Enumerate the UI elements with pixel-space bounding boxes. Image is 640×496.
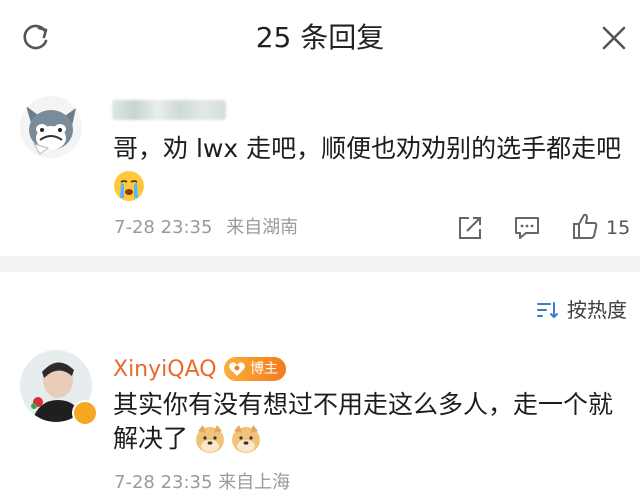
avatar[interactable] [20, 96, 82, 158]
sort-icon [537, 302, 558, 318]
sort-label: 按热度 [567, 298, 627, 322]
comment-location: 来自湖南 [226, 217, 299, 238]
close-icon[interactable] [598, 22, 630, 54]
like-count: 15 [606, 217, 631, 239]
comment-time: 7-28 23:35 [114, 472, 213, 493]
comment-text: 哥，劝 lwx 走吧，顺便也劝劝别的选手都走吧 [113, 134, 622, 163]
comment-meta: 7-28 23:35 来自湖南 [114, 215, 306, 241]
header-bar: 25 条回复 [0, 0, 640, 75]
comment-location: 来自上海 [218, 472, 291, 493]
page-title: 25 条回复 [255, 21, 385, 54]
username-blurred [112, 100, 226, 120]
verified-badge-icon [72, 400, 98, 426]
comment-text: 其实你有没有想过不用走这么多人，走一个就 [113, 390, 614, 419]
cartoon-cat-avatar-icon [20, 96, 82, 158]
comment-text-line2: 解决了 [113, 424, 189, 453]
share-icon[interactable] [455, 213, 485, 243]
comment-time: 7-28 23:35 [114, 217, 213, 238]
doge-emoji-icon [232, 425, 260, 453]
username[interactable]: XinyiQAQ [113, 355, 217, 385]
comment-icon[interactable] [512, 213, 542, 243]
author-badge: 博主 [224, 357, 286, 381]
crying-face-emoji-icon [114, 171, 144, 201]
badge-label: 博主 [250, 361, 278, 377]
heart-badge-icon [229, 362, 245, 376]
section-divider [0, 256, 640, 272]
doge-emoji-icon [196, 425, 224, 453]
comment-meta: 7-28 23:35 来自上海 [114, 470, 290, 496]
like-icon[interactable] [570, 211, 600, 241]
